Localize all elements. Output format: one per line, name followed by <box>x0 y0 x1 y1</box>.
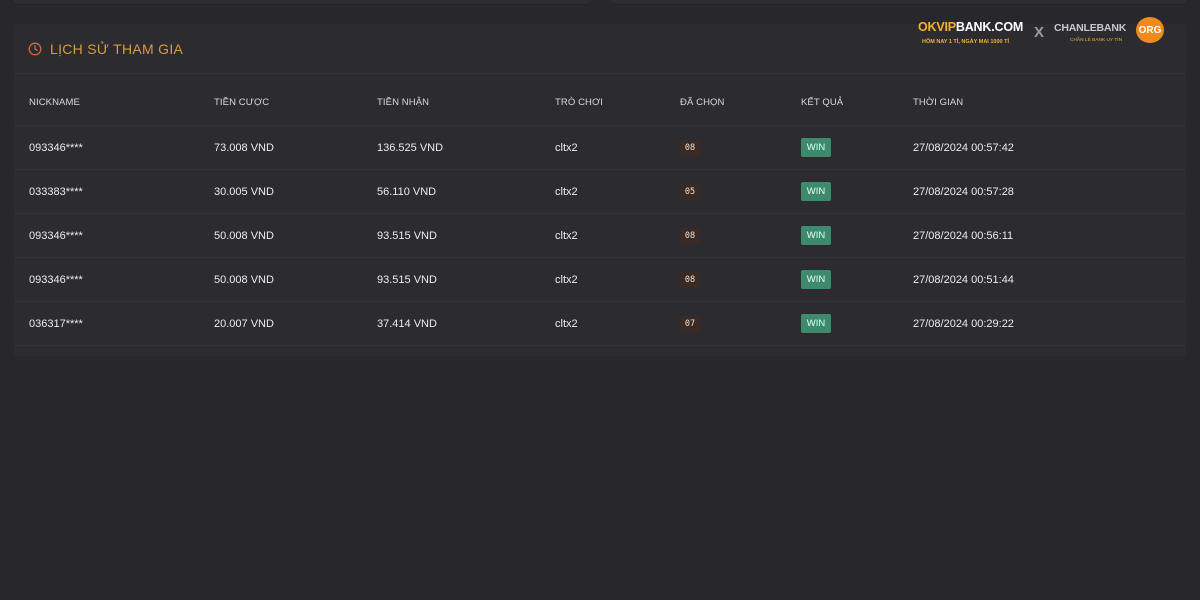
brand-separator: X <box>1034 24 1045 41</box>
panel-title: LỊCH SỬ THAM GIA <box>50 40 184 57</box>
header-result: KẾT QUẢ <box>801 97 844 108</box>
picked-badge: 05 <box>680 184 700 200</box>
table-row: 093346**** 73.008 VND 136.525 VND cltx2 … <box>14 126 1186 170</box>
cell-bet: 30.005 VND <box>214 186 274 198</box>
cell-game: cltx2 <box>555 318 578 330</box>
header-time: THỜI GIAN <box>913 97 964 108</box>
header-bet: TIỀN CƯỢC <box>214 97 270 108</box>
win-badge: WIN <box>801 226 831 245</box>
cell-received: 56.110 VND <box>377 186 437 198</box>
win-badge: WIN <box>801 314 831 333</box>
chanlebank-org-badge: ORG <box>1136 17 1164 43</box>
win-badge: WIN <box>801 182 831 201</box>
top-cards-strip <box>0 0 1200 12</box>
okvipbank-logo-text: OKVIPBANK.COM <box>918 20 1024 34</box>
cell-bet: 50.008 VND <box>214 274 274 286</box>
header-received: TIỀN NHẬN <box>377 97 430 108</box>
cell-game: cltx2 <box>555 230 578 242</box>
table-row: 093346**** 50.008 VND 93.515 VND cltx2 0… <box>14 258 1186 302</box>
table-header: NICKNAME TIỀN CƯỢC TIỀN NHẬN TRÒ CHƠI ĐÃ… <box>14 74 1186 126</box>
cell-nickname: 093346**** <box>29 142 83 154</box>
cell-received: 136.525 VND <box>377 142 444 154</box>
cell-time: 27/08/2024 00:56:11 <box>913 230 1014 242</box>
panel-header: LỊCH SỬ THAM GIA OKVIPBANK.COM HÔM NAY 1… <box>14 17 1186 74</box>
cell-bet: 20.007 VND <box>214 318 274 330</box>
history-table: NICKNAME TIỀN CƯỢC TIỀN NHẬN TRÒ CHƠI ĐÃ… <box>14 74 1186 346</box>
cell-time: 27/08/2024 00:29:22 <box>913 318 1014 330</box>
cell-bet: 50.008 VND <box>214 230 274 242</box>
cell-nickname: 093346**** <box>29 274 83 286</box>
cell-nickname: 033383**** <box>29 186 83 198</box>
table-row: 036317**** 20.007 VND 37.414 VND cltx2 0… <box>14 302 1186 346</box>
picked-badge: 08 <box>680 228 700 244</box>
cell-received: 93.515 VND <box>377 274 437 286</box>
chanlebank-logo: CHANLEBANK ORG CHẴN LẺ BANK UY TÍN <box>1054 17 1164 66</box>
history-panel: LỊCH SỬ THAM GIA OKVIPBANK.COM HÔM NAY 1… <box>14 17 1186 356</box>
header-picked: ĐÃ CHỌN <box>680 97 725 108</box>
picked-badge: 08 <box>680 140 700 156</box>
cell-received: 37.414 VND <box>377 318 437 330</box>
clock-icon <box>28 42 42 56</box>
cell-nickname: 093346**** <box>29 230 83 242</box>
picked-badge: 08 <box>680 272 700 288</box>
cell-game: cltx2 <box>555 142 578 154</box>
cell-nickname: 036317**** <box>29 318 83 330</box>
win-badge: WIN <box>801 138 831 157</box>
table-row: 093346**** 50.008 VND 93.515 VND cltx2 0… <box>14 214 1186 258</box>
header-game: TRÒ CHƠI <box>555 97 603 108</box>
okvipbank-logo: OKVIPBANK.COM HÔM NAY 1 TỈ, NGÀY MAI 100… <box>916 20 1028 66</box>
cell-time: 27/08/2024 00:57:42 <box>913 142 1014 154</box>
okvipbank-slogan: HÔM NAY 1 TỈ, NGÀY MAI 1000 TỈ <box>922 39 1010 45</box>
win-badge: WIN <box>801 270 831 289</box>
chanlebank-tagline: CHẴN LẺ BANK UY TÍN <box>1070 38 1123 43</box>
brand-banner[interactable]: OKVIPBANK.COM HÔM NAY 1 TỈ, NGÀY MAI 100… <box>916 17 1176 66</box>
top-card-right <box>612 0 1186 5</box>
top-card-left <box>14 0 589 5</box>
header-nickname: NICKNAME <box>29 97 80 108</box>
cell-game: cltx2 <box>555 274 578 286</box>
picked-badge: 07 <box>680 316 700 332</box>
cell-received: 93.515 VND <box>377 230 437 242</box>
chanlebank-name: CHANLEBANK <box>1054 22 1127 34</box>
cell-game: cltx2 <box>555 186 578 198</box>
cell-time: 27/08/2024 00:51:44 <box>913 274 1014 286</box>
table-row: 033383**** 30.005 VND 56.110 VND cltx2 0… <box>14 170 1186 214</box>
cell-bet: 73.008 VND <box>214 142 274 154</box>
cell-time: 27/08/2024 00:57:28 <box>913 186 1014 198</box>
